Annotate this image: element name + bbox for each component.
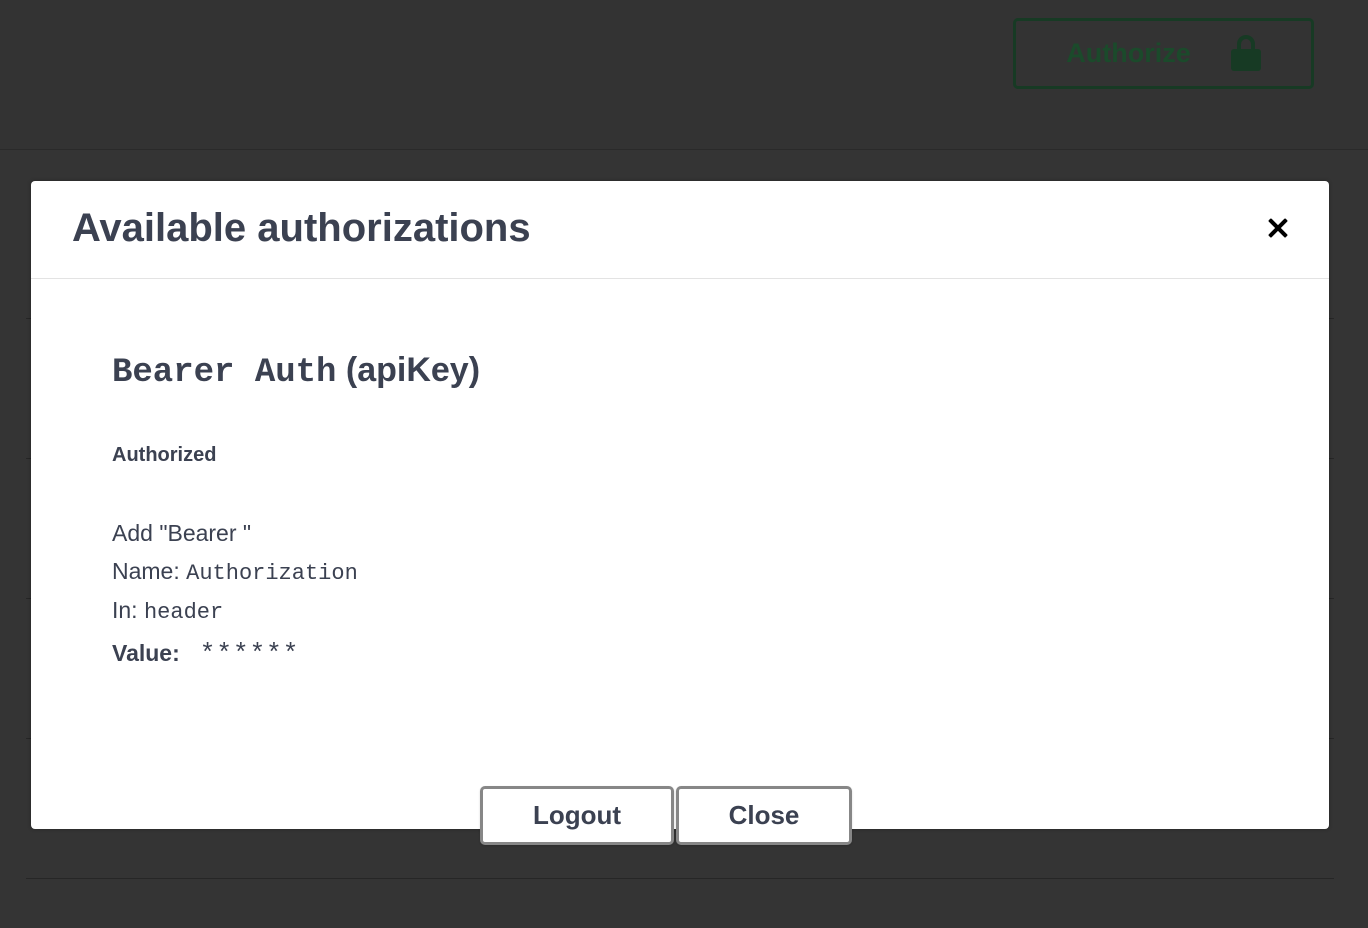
value-row: Value: ******	[112, 639, 1248, 669]
button-row: Logout Close	[480, 786, 852, 845]
modal-body: Bearer Auth (apiKey) Authorized Add "Bea…	[31, 279, 1329, 845]
authorizations-modal: Available authorizations Bearer Auth (ap…	[31, 181, 1329, 845]
scheme-name: Bearer Auth	[112, 354, 337, 392]
name-value: Authorization	[186, 561, 358, 586]
scheme-title: Bearer Auth (apiKey)	[112, 351, 1248, 392]
value-label: Value:	[112, 640, 180, 666]
authorize-button[interactable]: Authorize	[1013, 18, 1314, 89]
divider	[26, 878, 1334, 879]
in-value: header	[143, 600, 224, 625]
status-label: Authorized	[112, 444, 217, 466]
close-icon[interactable]	[1266, 216, 1290, 240]
value-masked: ******	[199, 639, 300, 669]
lock-icon	[1230, 34, 1261, 73]
modal-title: Available authorizations	[72, 206, 531, 250]
close-button[interactable]: Close	[676, 786, 852, 845]
in-label: In:	[112, 597, 138, 623]
logout-button[interactable]: Logout	[480, 786, 674, 845]
topbar: Authorize	[0, 0, 1368, 150]
in-row: In: header	[112, 597, 1248, 625]
modal-header: Available authorizations	[31, 181, 1329, 279]
page: Authorize Available authorizations Beare…	[0, 0, 1368, 928]
name-label: Name:	[112, 558, 180, 584]
name-row: Name: Authorization	[112, 558, 1248, 586]
authorize-label: Authorize	[1066, 38, 1191, 68]
scheme-type: (apiKey)	[345, 351, 481, 389]
scheme-description: Add "Bearer "	[112, 520, 252, 546]
